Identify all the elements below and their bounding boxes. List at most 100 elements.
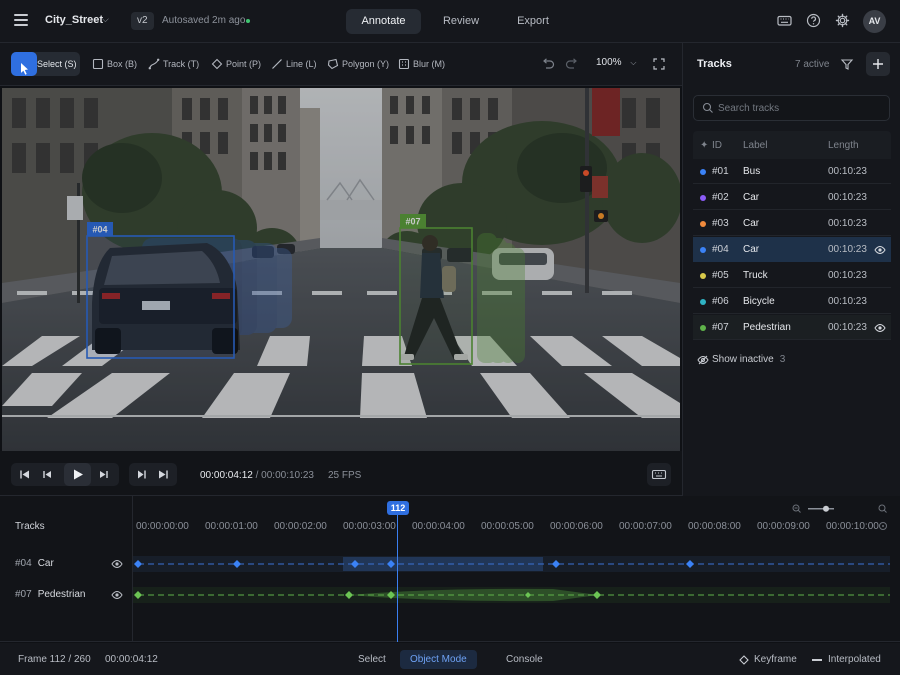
track-row-05[interactable]: #05 Truck 00:10:23 <box>693 263 891 288</box>
keyframe-legend-icon <box>739 655 749 665</box>
timeline: Tracks #04 Car #07 Pedestrian 00:00:00:00 0… <box>0 496 900 642</box>
track-label: Bus <box>743 166 761 177</box>
column-sort-icon[interactable]: ✦ <box>700 140 708 151</box>
eye-icon[interactable] <box>111 590 123 600</box>
track-row-03[interactable]: #03 Car 00:10:23 <box>693 211 891 236</box>
version-badge: v2 <box>131 12 154 30</box>
ruler-tick-label: 00:00:07:00 <box>619 521 672 532</box>
help-icon[interactable] <box>805 12 822 29</box>
column-label[interactable]: Label <box>743 140 767 151</box>
redo-icon[interactable] <box>565 57 579 71</box>
playhead-frame-badge[interactable]: 112 <box>387 501 409 515</box>
filter-icon[interactable] <box>840 57 854 71</box>
step-back-icon[interactable] <box>40 467 55 482</box>
track-row-02[interactable]: #02 Car 00:10:23 <box>693 185 891 210</box>
gear-icon[interactable] <box>834 12 851 29</box>
track-color-dot <box>700 273 706 279</box>
eye-icon[interactable] <box>874 323 886 333</box>
polygon-icon <box>327 58 339 70</box>
menu-icon[interactable] <box>14 14 28 26</box>
tracks-panel-title: Tracks <box>697 58 732 70</box>
step-forward-icon[interactable] <box>96 467 111 482</box>
track-label: Bicycle <box>743 296 775 307</box>
tab-annotate[interactable]: Annotate <box>346 9 421 34</box>
zoom-value: 100% <box>596 57 622 68</box>
ruler-tick-label: 00:00:05:00 <box>481 521 534 532</box>
skip-to-start-icon[interactable] <box>17 467 32 482</box>
fullscreen-icon[interactable] <box>652 57 666 71</box>
timeline-zoom-slider[interactable] <box>790 503 890 515</box>
timeline-track-label: Pedestrian <box>37 589 86 600</box>
play-button[interactable] <box>64 463 91 486</box>
keyboard-shortcuts-button[interactable] <box>647 463 671 486</box>
interpolated-legend-icon <box>812 659 822 661</box>
search-input[interactable] <box>718 96 883 120</box>
track-tool-label: Track (T) <box>163 59 200 69</box>
mode-console[interactable]: Console <box>496 650 553 669</box>
track-row-04[interactable]: #04 Car 00:10:23 <box>693 237 891 262</box>
box-icon <box>92 58 104 70</box>
timeline-track-list: Tracks #04 Car #07 Pedestrian <box>0 496 133 642</box>
eye-icon[interactable] <box>874 245 886 255</box>
track-id: #01 <box>712 166 729 177</box>
track-label: Car <box>743 218 760 229</box>
annotation-canvas[interactable]: #04 #07 <box>2 88 680 451</box>
track-color-dot <box>700 247 706 253</box>
track-length: 00:10:23 <box>828 192 867 203</box>
ruler-tick-label: 00:00:02:00 <box>274 521 327 532</box>
track-id: #05 <box>712 270 729 281</box>
tab-export[interactable]: Export <box>500 9 566 34</box>
frame-counter: Frame 112 / 260 <box>18 654 91 665</box>
play-icon <box>74 469 83 480</box>
ruler-tick-label: 00:00:08:00 <box>688 521 741 532</box>
track-length: 00:10:23 <box>828 270 867 281</box>
eye-icon[interactable] <box>111 559 123 569</box>
tab-review[interactable]: Review <box>426 9 496 34</box>
point-icon <box>211 58 223 70</box>
timeline-track-label: Car <box>37 558 54 569</box>
plus-icon <box>873 59 883 69</box>
timeline-track-04[interactable]: #04 Car <box>15 558 54 569</box>
column-length[interactable]: Length <box>828 140 859 151</box>
tracks-panel: Tracks 7 active ✦ ID Label Length #01 Bus… <box>682 43 900 496</box>
ruler-tick-label: 00:00:03:00 <box>343 521 396 532</box>
track-length: 00:10:23 <box>828 166 867 177</box>
mode-object[interactable]: Object Mode <box>400 650 477 669</box>
tool-bar: Select (S) Box (B) Track (T) Point (P) L… <box>0 43 682 86</box>
track-length: 00:10:23 <box>828 244 867 255</box>
search-field[interactable] <box>693 95 890 121</box>
timeline-lane-07[interactable] <box>133 587 890 603</box>
timeline-track-07[interactable]: #07 Pedestrian <box>15 589 86 600</box>
legend-interpolated: Interpolated <box>828 654 881 665</box>
avatar[interactable]: AV <box>863 10 886 33</box>
track-label: Truck <box>743 270 768 281</box>
select-tool-button[interactable]: Select (S) <box>11 52 80 76</box>
zoom-level[interactable]: 100% ⌵ <box>596 57 636 68</box>
show-inactive-toggle[interactable]: Show inactive 3 <box>712 354 785 365</box>
box-tool-label: Box (B) <box>107 59 138 69</box>
undo-icon[interactable] <box>541 57 555 71</box>
status-bar: Frame 112 / 260 00:00:04:12 Select Objec… <box>0 643 900 675</box>
select-tool-label: Select (S) <box>37 59 77 69</box>
point-tool-label: Point (P) <box>226 59 262 69</box>
top-bar: City_Street ⌵ v2 Autosaved 2m ago Annota… <box>0 0 900 43</box>
track-color-dot <box>700 195 706 201</box>
track-label: Car <box>743 244 760 255</box>
timeline-lane-04[interactable] <box>133 556 890 572</box>
skip-to-end-icon[interactable] <box>156 467 171 482</box>
ruler-tick-label: 00:00:00:00 <box>136 521 189 532</box>
timeline-end-icon[interactable] <box>878 521 888 531</box>
track-row-07[interactable]: #07 Pedestrian 00:10:23 <box>693 315 891 340</box>
chevron-down-icon[interactable]: ⌵ <box>102 14 109 25</box>
track-row-06[interactable]: #06 Bicycle 00:10:23 <box>693 289 891 314</box>
project-name[interactable]: City_Street <box>45 14 103 26</box>
keyboard-icon[interactable] <box>776 12 793 29</box>
mode-select[interactable]: Select <box>348 650 396 669</box>
playhead[interactable] <box>397 510 399 642</box>
line-icon <box>272 59 282 69</box>
next-keyframe-icon[interactable] <box>135 467 150 482</box>
add-track-button[interactable] <box>866 52 890 76</box>
track-icon <box>148 58 160 70</box>
column-id[interactable]: ID <box>712 140 722 151</box>
track-row-01[interactable]: #01 Bus 00:10:23 <box>693 159 891 184</box>
